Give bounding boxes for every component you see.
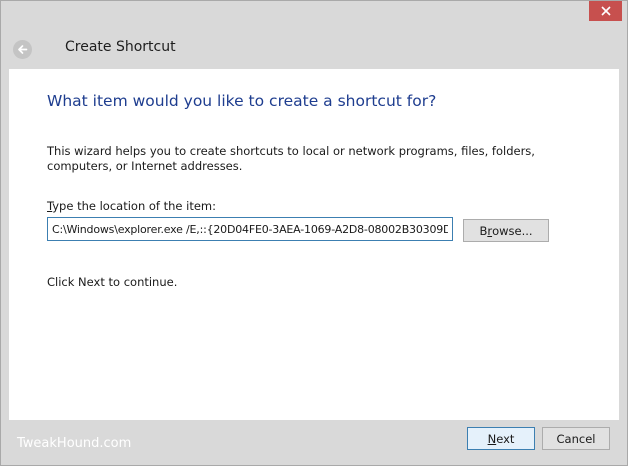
browse-label-start: B [479, 223, 488, 238]
next-button[interactable]: Next [467, 427, 535, 450]
wizard-content: What item would you like to create a sho… [9, 69, 619, 420]
browse-button[interactable]: Br owse... [463, 219, 549, 242]
location-label: Type the location of the item: [47, 199, 216, 213]
window-title: Create Shortcut [65, 39, 176, 55]
next-label-text: ext [496, 431, 515, 446]
location-label-text: ype the location of the item: [52, 199, 217, 213]
watermark-text: TweakHound.com [17, 436, 132, 451]
wizard-footer: TweakHound.com Next Cancel [1, 420, 627, 465]
continue-instruction: Click Next to continue. [47, 275, 178, 289]
location-input[interactable] [47, 217, 453, 241]
title-bar: Create Shortcut [1, 1, 627, 69]
close-icon [600, 6, 611, 16]
close-button[interactable] [589, 1, 622, 21]
wizard-heading: What item would you like to create a sho… [47, 92, 437, 110]
back-arrow-icon [17, 40, 28, 59]
cancel-button[interactable]: Cancel [542, 427, 610, 450]
wizard-description: This wizard helps you to create shortcut… [47, 144, 535, 173]
browse-label-end: owse... [492, 223, 533, 238]
create-shortcut-window: Create Shortcut What item would you like… [0, 0, 628, 466]
next-label-accelerator: N [487, 431, 497, 446]
back-button[interactable] [13, 40, 32, 59]
